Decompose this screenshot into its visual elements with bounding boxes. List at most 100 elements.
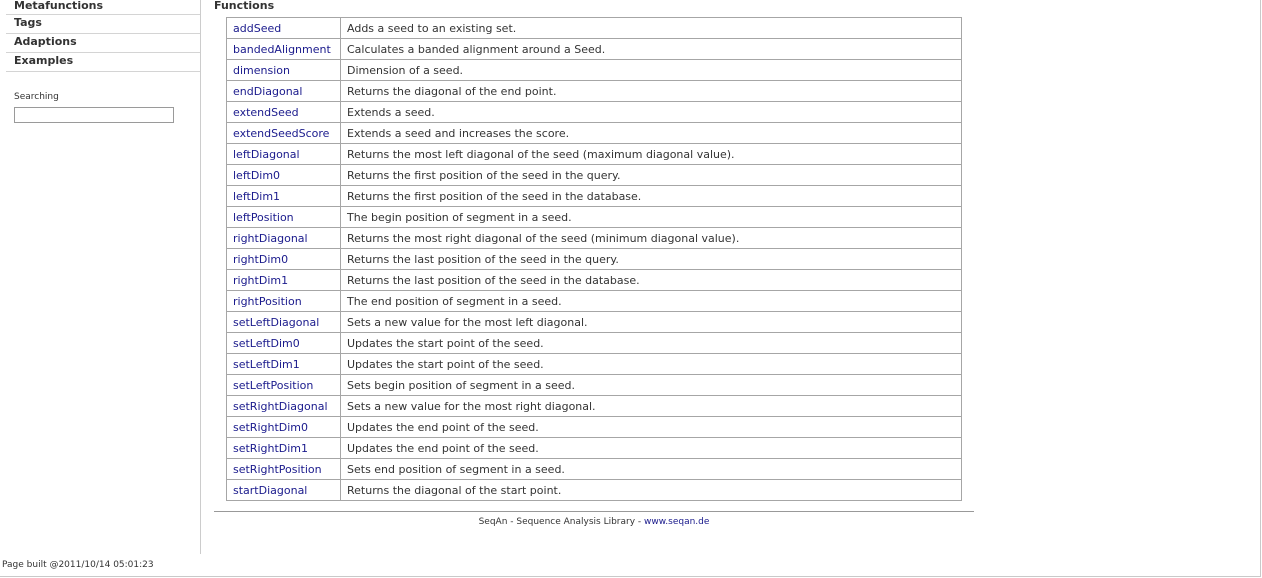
function-description: Returns the most left diagonal of the se…	[340, 143, 962, 165]
function-name-cell: rightDiagonal	[226, 227, 341, 249]
table-row: setRightDiagonal Sets a new value for the…	[226, 395, 962, 417]
function-name-cell: rightPosition	[226, 290, 341, 312]
function-name-cell: setRightPosition	[226, 458, 341, 480]
section-title: Functions	[214, 0, 275, 12]
function-description: Extends a seed and increases the score.	[340, 122, 962, 144]
table-row: dimension Dimension of a seed.	[226, 59, 962, 81]
table-row: startDiagonal Returns the diagonal of the…	[226, 479, 962, 501]
table-row: setLeftPosition Sets begin position of se…	[226, 374, 962, 396]
function-description: Sets begin position of segment in a seed…	[340, 374, 962, 396]
nav-examples[interactable]: Examples	[6, 53, 200, 72]
function-link[interactable]: startDiagonal	[233, 484, 307, 497]
function-link[interactable]: leftDim0	[233, 169, 280, 182]
function-name-cell: rightDim1	[226, 269, 341, 291]
function-name-cell: addSeed	[226, 17, 341, 39]
functions-table: addSeed Adds a seed to an existing set. ba…	[226, 17, 962, 501]
function-link[interactable]: leftPosition	[233, 211, 294, 224]
function-link[interactable]: setRightDiagonal	[233, 400, 328, 413]
function-name-cell: endDiagonal	[226, 80, 341, 102]
function-link[interactable]: leftDiagonal	[233, 148, 300, 161]
function-name-cell: setLeftDim0	[226, 332, 341, 354]
table-row: bandedAlignment Calculates a banded align…	[226, 38, 962, 60]
table-row: setRightPosition Sets end position of seg…	[226, 458, 962, 480]
function-description: Sets a new value for the most left diago…	[340, 311, 962, 333]
table-row: extendSeedScore Extends a seed and increa…	[226, 122, 962, 144]
function-link[interactable]: setLeftDim0	[233, 337, 300, 350]
function-name-cell: extendSeed	[226, 101, 341, 123]
sidebar: Metafunctions Tags Adaptions Examples Se…	[0, 0, 201, 554]
function-name-cell: setLeftDim1	[226, 353, 341, 375]
function-name-cell: setLeftPosition	[226, 374, 341, 396]
function-name-cell: startDiagonal	[226, 479, 341, 501]
search-input[interactable]	[14, 107, 174, 123]
function-name-cell: extendSeedScore	[226, 122, 341, 144]
function-link[interactable]: leftDim1	[233, 190, 280, 203]
function-link[interactable]: setLeftDiagonal	[233, 316, 319, 329]
table-row: endDiagonal Returns the diagonal of the e…	[226, 80, 962, 102]
function-link[interactable]: setLeftPosition	[233, 379, 313, 392]
function-description: Updates the start point of the seed.	[340, 353, 962, 375]
table-row: setRightDim0 Updates the end point of the…	[226, 416, 962, 438]
function-link[interactable]: extendSeed	[233, 106, 299, 119]
table-row: rightDiagonal Returns the most right diag…	[226, 227, 962, 249]
function-link[interactable]: setRightDim0	[233, 421, 308, 434]
nav-tags[interactable]: Tags	[6, 15, 200, 34]
function-description: Returns the first position of the seed i…	[340, 164, 962, 186]
nav-adaptions[interactable]: Adaptions	[6, 34, 200, 53]
table-row: setRightDim1 Updates the end point of the…	[226, 437, 962, 459]
function-description: Returns the last position of the seed in…	[340, 269, 962, 291]
table-row: rightPosition The end position of segment…	[226, 290, 962, 312]
function-link[interactable]: rightDim1	[233, 274, 288, 287]
function-name-cell: setRightDim0	[226, 416, 341, 438]
table-row: addSeed Adds a seed to an existing set.	[226, 17, 962, 39]
table-row: setLeftDim1 Updates the start point of th…	[226, 353, 962, 375]
function-link[interactable]: endDiagonal	[233, 85, 302, 98]
function-link[interactable]: setRightDim1	[233, 442, 308, 455]
function-link[interactable]: setRightPosition	[233, 463, 322, 476]
function-name-cell: leftDim1	[226, 185, 341, 207]
function-description: Returns the last position of the seed in…	[340, 248, 962, 270]
function-link[interactable]: addSeed	[233, 22, 281, 35]
table-row: rightDim1 Returns the last position of th…	[226, 269, 962, 291]
function-description: Dimension of a seed.	[340, 59, 962, 81]
function-link[interactable]: dimension	[233, 64, 290, 77]
function-description: Sets end position of segment in a seed.	[340, 458, 962, 480]
function-description: Returns the first position of the seed i…	[340, 185, 962, 207]
footer-library-line: SeqAn - Sequence Analysis Library - www.…	[214, 517, 974, 527]
function-name-cell: setRightDiagonal	[226, 395, 341, 417]
function-link[interactable]: setLeftDim1	[233, 358, 300, 371]
function-description: Updates the end point of the seed.	[340, 416, 962, 438]
table-row: setLeftDim0 Updates the start point of th…	[226, 332, 962, 354]
function-name-cell: bandedAlignment	[226, 38, 341, 60]
function-description: Extends a seed.	[340, 101, 962, 123]
function-link[interactable]: bandedAlignment	[233, 43, 331, 56]
footer-website-link[interactable]: www.seqan.de	[644, 517, 709, 527]
table-row: setLeftDiagonal Sets a new value for the …	[226, 311, 962, 333]
table-row: rightDim0 Returns the last position of th…	[226, 248, 962, 270]
footer-library-text: SeqAn - Sequence Analysis Library -	[478, 517, 645, 527]
function-link[interactable]: rightDiagonal	[233, 232, 308, 245]
function-description: Sets a new value for the most right diag…	[340, 395, 962, 417]
function-name-cell: leftDiagonal	[226, 143, 341, 165]
search-label: Searching	[14, 92, 59, 102]
function-link[interactable]: extendSeedScore	[233, 127, 329, 140]
function-name-cell: setLeftDiagonal	[226, 311, 341, 333]
table-row: leftDim1 Returns the first position of th…	[226, 185, 962, 207]
table-row: leftPosition The begin position of segmen…	[226, 206, 962, 228]
table-row: leftDim0 Returns the first position of th…	[226, 164, 962, 186]
nav-metafunctions[interactable]: Metafunctions	[6, 0, 200, 15]
function-name-cell: leftPosition	[226, 206, 341, 228]
function-name-cell: setRightDim1	[226, 437, 341, 459]
function-description: The end position of segment in a seed.	[340, 290, 962, 312]
function-description: Updates the end point of the seed.	[340, 437, 962, 459]
function-name-cell: rightDim0	[226, 248, 341, 270]
table-row: extendSeed Extends a seed.	[226, 101, 962, 123]
function-link[interactable]: rightDim0	[233, 253, 288, 266]
function-description: Returns the most right diagonal of the s…	[340, 227, 962, 249]
function-description: Updates the start point of the seed.	[340, 332, 962, 354]
function-description: Adds a seed to an existing set.	[340, 17, 962, 39]
footer-divider	[214, 511, 974, 512]
function-name-cell: leftDim0	[226, 164, 341, 186]
function-link[interactable]: rightPosition	[233, 295, 302, 308]
function-description: Calculates a banded alignment around a S…	[340, 38, 962, 60]
